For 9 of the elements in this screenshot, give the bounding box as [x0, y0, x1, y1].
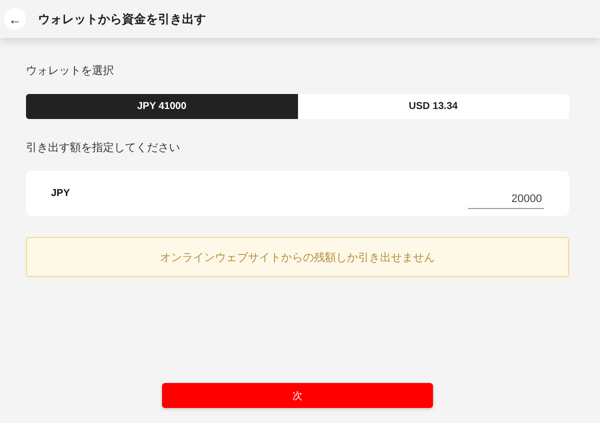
next-button[interactable]: 次	[162, 383, 433, 408]
wallet-tab[interactable]: JPY 41000	[26, 94, 298, 119]
notice-text: オンラインウェブサイトからの残額しか引き出せません	[160, 250, 435, 264]
section-label: 引き出す額を指定してください	[26, 140, 180, 155]
amount-field[interactable]: 20000	[468, 190, 544, 208]
back-button[interactable]: ←	[4, 8, 26, 30]
page-title: ウォレットから資金を引き出す	[38, 10, 206, 28]
section-label: ウォレットを選択	[26, 64, 114, 78]
currency-label: JPY	[51, 188, 70, 199]
